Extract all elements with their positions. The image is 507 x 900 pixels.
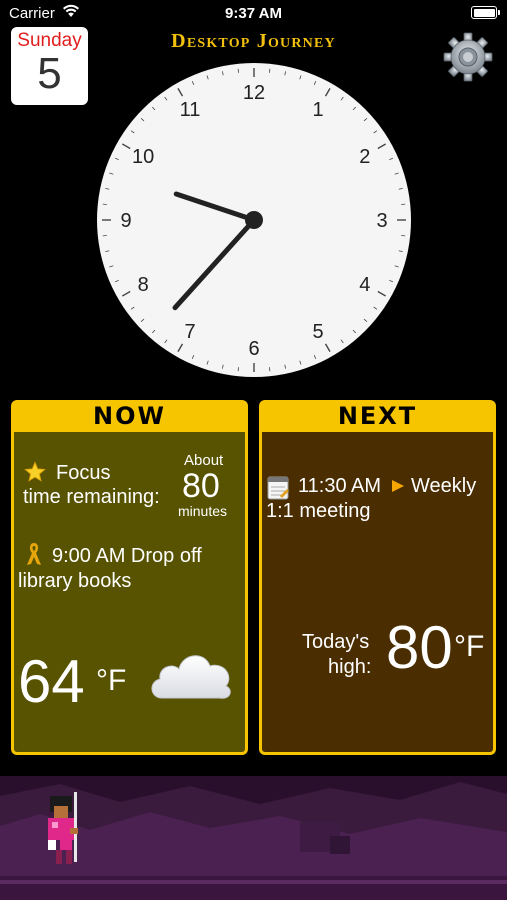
clock-number: 12 [243,82,265,104]
now-event-time-title: 9:00 AM Drop off [52,545,202,567]
next-panel: NEXT 11:30 AM Weekly 1:1 meeting Today's… [259,400,496,755]
clock-number: 10 [132,146,154,168]
analog-clock: 121234567891011 [97,63,411,377]
focus-label: Focus [56,462,111,484]
clock-number: 5 [312,321,323,343]
clock-center [245,211,263,229]
minutes-unit-label: minutes [178,503,228,519]
clock-number: 4 [359,274,370,296]
app-title: Desktop Journey [171,30,336,52]
clock-number: 6 [248,338,259,360]
todays-high-value: 80 [386,614,453,681]
current-temperature: 64 [18,648,85,715]
high-label: high: [328,656,372,678]
status-bar: Carrier 9:37 AM [0,0,507,28]
status-time: 9:37 AM [225,5,282,22]
now-header: NOW [11,400,248,432]
now-event-title-cont: library books [18,570,132,592]
star-icon [24,461,46,482]
now-panel-body: Focus time remaining: About 80 minutes 9… [11,432,248,755]
clock-number: 9 [120,210,131,232]
next-event-title: Weekly [411,475,477,497]
clock-number: 7 [184,321,195,343]
next-panel-body: 11:30 AM Weekly 1:1 meeting Today's high… [259,432,496,755]
current-temperature-unit: °F [96,664,127,697]
clock-number: 2 [359,146,370,168]
calendar-day: 5 [37,49,62,98]
todays-high-unit: °F [454,630,485,663]
next-event-time: 11:30 AM [298,475,382,497]
next-header: NEXT [259,400,496,432]
settings-gear-icon[interactable] [443,32,493,82]
clock-number: 8 [138,274,149,296]
play-arrow-icon [392,480,404,492]
cloud-icon [151,655,231,699]
battery-icon [471,6,500,19]
clock-number: 1 [312,99,323,121]
notepad-icon [267,476,289,500]
clock-number: 11 [180,99,201,121]
focus-minutes-value: 80 [182,467,220,505]
ribbon-icon [27,543,41,565]
now-panel: NOW Focus time remaining: About 80 minut… [11,400,248,755]
next-event-title-cont: 1:1 meeting [266,500,371,522]
clock-number: 3 [376,210,387,232]
game-scene [0,776,507,900]
todays-label: Today's [302,631,370,653]
focus-time-remaining-label: time remaining: [23,486,160,508]
